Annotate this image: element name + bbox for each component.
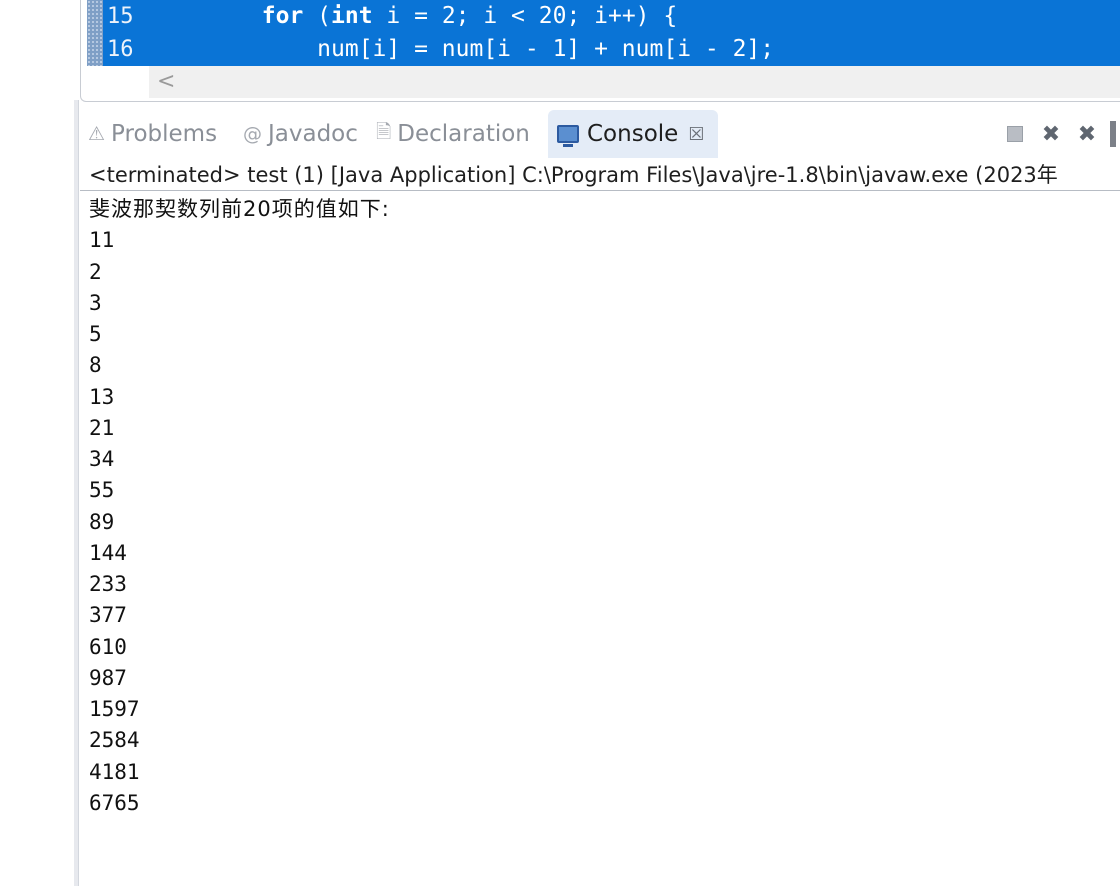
code-line-15[interactable]: for (int i = 2; i < 20; i++) { — [151, 0, 1120, 33]
console-output-line: 377 — [89, 603, 127, 628]
tab-problems[interactable]: ⚠ Problems — [88, 110, 217, 158]
code-editor[interactable]: 15 for (int i = 2; i < 20; i++) { 16 num… — [80, 0, 1120, 102]
console-output-line: 610 — [89, 634, 127, 659]
console-output-line: 2584 — [89, 728, 140, 753]
stop-icon — [1007, 126, 1023, 142]
declaration-icon: 🗎 — [376, 121, 392, 143]
console-output-line: 34 — [89, 447, 115, 471]
keyword-for: for — [261, 3, 304, 29]
close-icon[interactable]: ☒ — [688, 124, 704, 145]
left-margin — [0, 0, 74, 886]
console-output-line: 4181 — [89, 759, 140, 784]
console-output-line: 2 — [89, 259, 102, 284]
status-divider — [80, 190, 1120, 191]
remove-all-terminated-button[interactable]: ✖ — [1074, 121, 1100, 147]
remove-launch-button[interactable]: ✖ — [1038, 121, 1064, 147]
line-number: 16 — [103, 33, 151, 66]
tab-javadoc[interactable]: @ Javadoc — [243, 110, 358, 158]
toolbar-overflow-edge — [1110, 121, 1116, 147]
problems-icon: ⚠ — [88, 123, 106, 145]
console-output-line: 6765 — [89, 790, 140, 815]
console-status: <terminated> test (1) [Java Application]… — [89, 163, 1058, 187]
console-output-line: 1597 — [89, 697, 140, 721]
console-output-line: 13 — [89, 384, 115, 409]
console-toolbar: ✖ ✖ — [1002, 110, 1120, 158]
console-output-line: 89 — [89, 509, 115, 534]
console-output-line: 3 — [89, 290, 102, 315]
selection-marker — [87, 0, 103, 66]
keyword-int: int — [331, 3, 373, 29]
horizontal-scrollbar[interactable]: < — [149, 66, 1120, 98]
console-output-line: 8 — [89, 353, 102, 378]
console-output-line: 5 — [89, 322, 102, 346]
view-tab-bar: ⚠ Problems @ Javadoc 🗎 Declaration Conso… — [80, 110, 1120, 158]
javadoc-icon: @ — [243, 123, 262, 145]
code-line-16[interactable]: num[i] = num[i - 1] + num[i - 2]; — [151, 33, 1120, 66]
console-icon — [557, 125, 579, 147]
scroll-left-icon[interactable]: < — [157, 69, 175, 95]
console-output-line: 55 — [89, 478, 115, 503]
console-output-line: 11 — [89, 228, 115, 253]
remove-all-icon: ✖ — [1077, 121, 1097, 147]
console-output-line: 144 — [89, 540, 127, 565]
terminate-button[interactable] — [1002, 121, 1028, 147]
console-output-line: 21 — [89, 415, 115, 440]
tab-console[interactable]: Console ☒ — [548, 110, 718, 158]
eclipse-window: 15 for (int i = 2; i < 20; i++) { 16 num… — [0, 0, 1120, 886]
console-output[interactable]: 斐波那契数列前20项的值如下: 11 2 3 5 8 13 21 34 55 89 144 233 37… — [89, 194, 1089, 819]
console-output-line: 987 — [89, 665, 127, 690]
console-output-line: 233 — [89, 572, 127, 596]
line-number: 15 — [103, 0, 151, 33]
tab-declaration[interactable]: 🗎 Declaration — [376, 110, 530, 158]
remove-icon: ✖ — [1041, 121, 1061, 147]
console-heading: 斐波那契数列前20项的值如下: — [89, 197, 390, 221]
left-panel-border — [74, 100, 79, 886]
